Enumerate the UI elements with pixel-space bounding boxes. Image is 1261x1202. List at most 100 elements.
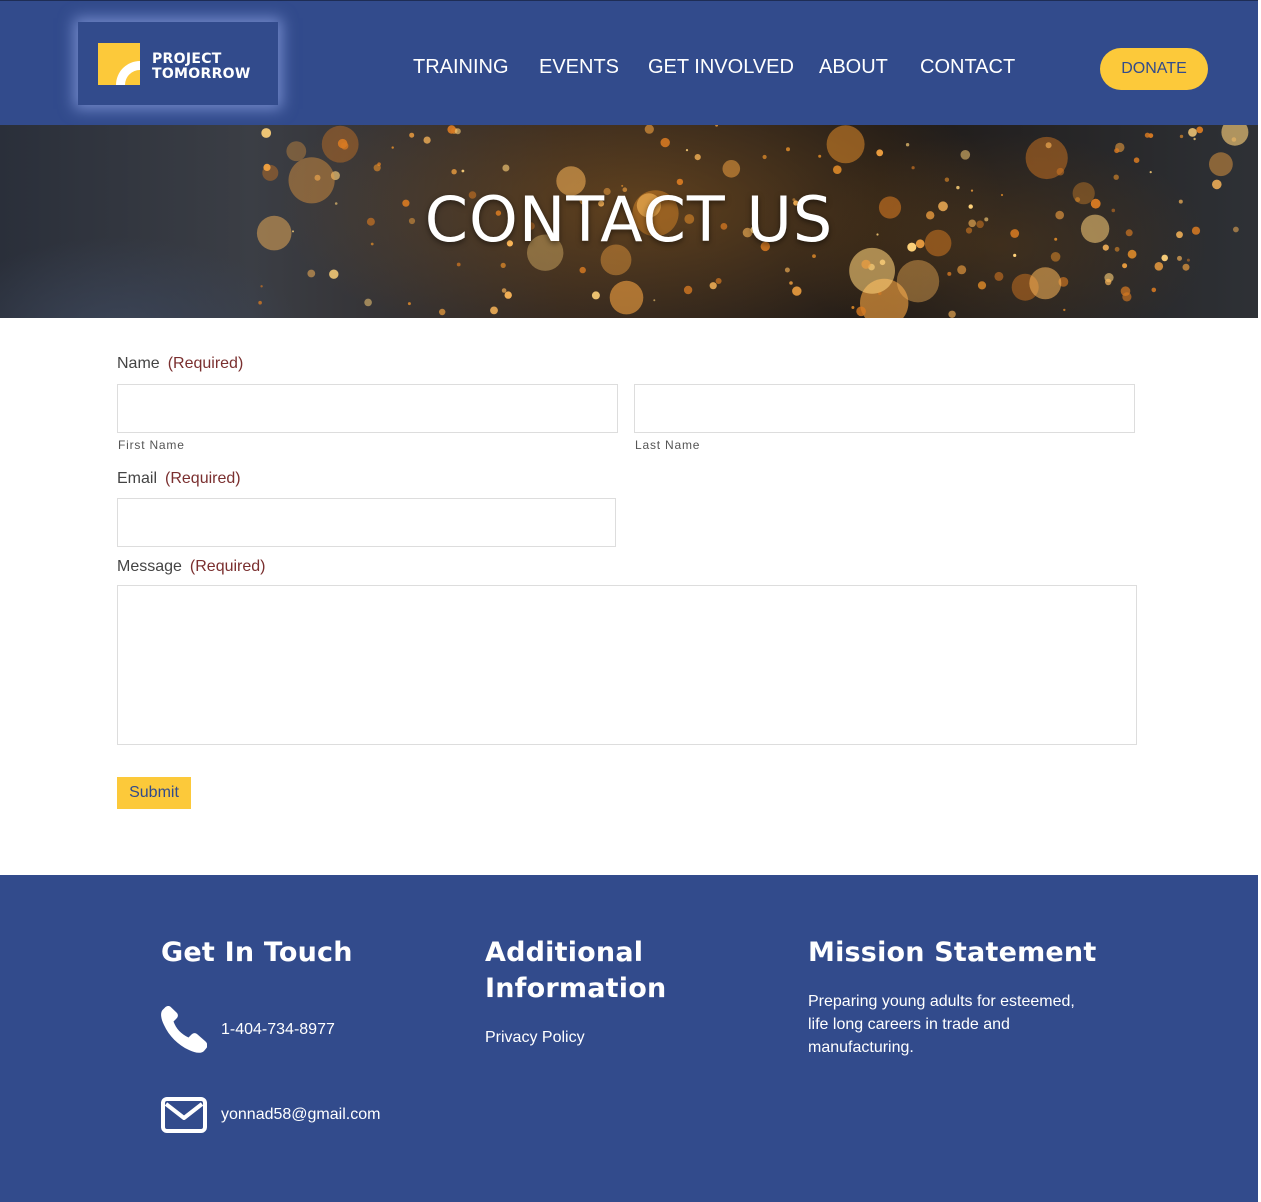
spark-particle xyxy=(905,143,910,147)
donate-button[interactable]: DONATE xyxy=(1100,48,1208,90)
additional-heading-line-2: Information xyxy=(485,973,667,1004)
envelope-icon xyxy=(161,1097,207,1133)
message-textarea[interactable] xyxy=(117,585,1137,745)
spark-particle xyxy=(1144,132,1150,138)
last-name-input[interactable] xyxy=(634,384,1135,433)
spark-particle xyxy=(501,288,507,293)
spark-particle xyxy=(1114,148,1120,154)
nav-item-training[interactable]: TRAINING xyxy=(413,55,509,79)
privacy-policy-link[interactable]: Privacy Policy xyxy=(485,1026,585,1049)
site-logo[interactable]: PROJECT TOMORROW xyxy=(78,22,278,105)
spark-particle xyxy=(1182,263,1190,271)
mission-line-2: life long careers in trade and xyxy=(808,1016,1010,1033)
mission-line-1: Preparing young adults for esteemed, xyxy=(808,993,1075,1010)
email-address[interactable]: yonnad58@gmail.com xyxy=(221,1103,380,1126)
additional-heading-line-1: Additional xyxy=(485,937,644,968)
email-required-note: (Required) xyxy=(165,470,241,487)
site-footer: Get In Touch 1-404-734-8977 yonnad58@gma… xyxy=(0,875,1258,1202)
get-in-touch-heading: Get In Touch xyxy=(161,937,353,968)
spark-particle xyxy=(447,125,456,134)
spark-particle xyxy=(709,282,717,290)
spark-particle xyxy=(490,306,498,315)
spark-particle xyxy=(1154,262,1164,271)
spark-particle xyxy=(1025,136,1068,180)
name-required-note: (Required) xyxy=(167,355,244,372)
spark-particle xyxy=(911,166,915,170)
spark-particle xyxy=(715,278,722,284)
spark-particle xyxy=(1188,128,1197,137)
spark-particle xyxy=(851,306,855,309)
spark-particle xyxy=(307,269,316,278)
first-name-input[interactable] xyxy=(117,384,618,433)
phone-number[interactable]: 1-404-734-8977 xyxy=(221,1018,335,1041)
logo-mark-icon xyxy=(98,43,140,85)
submit-button[interactable]: Submit xyxy=(117,777,191,809)
spark-particle xyxy=(609,280,644,315)
nav-item-events[interactable]: EVENTS xyxy=(539,55,619,79)
spark-particle xyxy=(948,310,956,318)
spark-particle xyxy=(792,286,802,296)
logo-line-2: TOMORROW xyxy=(152,66,251,82)
spark-particle xyxy=(504,291,512,299)
nav-item-about[interactable]: ABOUT xyxy=(819,55,888,79)
spark-particle xyxy=(579,266,586,274)
spark-particle xyxy=(1151,287,1157,293)
spark-particle xyxy=(833,165,842,174)
spark-particle xyxy=(994,271,1004,281)
spark-particle xyxy=(694,154,701,161)
spark-particle xyxy=(715,125,718,127)
email-input[interactable] xyxy=(117,498,616,547)
spark-particle xyxy=(786,147,790,152)
message-field-label: Message (Required) xyxy=(117,557,266,577)
spark-particle xyxy=(977,281,987,290)
name-field-label: Name (Required) xyxy=(117,354,243,374)
spark-particle xyxy=(409,132,415,138)
spark-particle xyxy=(1029,267,1062,300)
spark-particle xyxy=(762,154,767,160)
email-label-text: Email xyxy=(117,470,158,487)
spark-particle xyxy=(364,298,372,307)
logo-line-1: PROJECT xyxy=(152,51,222,67)
mission-line-3: manufacturing. xyxy=(808,1039,914,1056)
spark-particle xyxy=(1209,152,1233,177)
logo-text: PROJECT TOMORROW xyxy=(152,52,251,82)
spark-particle xyxy=(685,149,689,152)
spark-particle xyxy=(660,137,670,148)
spark-particle xyxy=(263,163,271,171)
spark-particle xyxy=(1186,258,1190,262)
spark-particle xyxy=(784,267,790,273)
hero-banner: CONTACT US xyxy=(0,125,1258,318)
spark-particle xyxy=(439,308,446,316)
spark-particle xyxy=(500,262,506,268)
spark-particle xyxy=(876,149,884,157)
spark-particle xyxy=(960,150,971,160)
spark-particle xyxy=(644,125,654,134)
nav-item-get-involved[interactable]: GET INVOLVED xyxy=(648,55,794,79)
spark-particle xyxy=(1105,278,1112,286)
spark-particle xyxy=(1122,263,1128,269)
spark-particle xyxy=(789,281,793,285)
spark-particle xyxy=(944,177,950,182)
spark-particle xyxy=(373,164,381,172)
email-field-label: Email (Required) xyxy=(117,469,241,489)
spark-particle xyxy=(653,299,656,302)
spark-particle xyxy=(1113,174,1119,180)
spark-particle xyxy=(683,285,693,295)
spark-particle xyxy=(260,285,263,288)
spark-particle xyxy=(261,128,272,138)
spark-particle xyxy=(454,128,461,135)
spark-particle xyxy=(861,259,871,269)
spark-particle xyxy=(461,169,465,173)
spark-particle xyxy=(1063,308,1066,312)
additional-info-heading: Additional Information xyxy=(485,935,666,1007)
spark-particle xyxy=(329,269,339,279)
message-required-note: (Required) xyxy=(189,558,266,575)
spark-particle xyxy=(451,169,457,175)
spark-particle xyxy=(722,160,741,178)
nav-item-contact[interactable]: CONTACT xyxy=(920,55,1015,79)
spark-particle xyxy=(1179,134,1184,139)
site-header: PROJECT TOMORROW TRAINING EVENTS GET INV… xyxy=(0,0,1258,125)
spark-particle xyxy=(337,138,348,149)
spark-particle xyxy=(957,265,967,275)
mission-statement-heading: Mission Statement xyxy=(808,937,1097,968)
